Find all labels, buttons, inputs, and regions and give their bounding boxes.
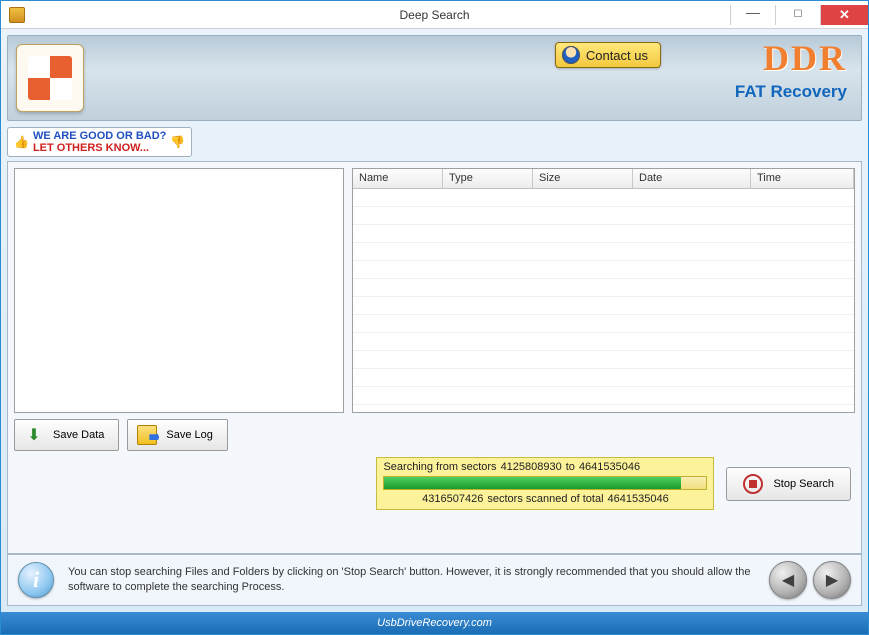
table-row xyxy=(353,333,854,351)
progress-box: Searching from sectors 4125808930 to 464… xyxy=(376,457,714,510)
progress-scanned: 4316507426 xyxy=(422,493,483,505)
save-data-button[interactable]: ⬇ Save Data xyxy=(14,419,119,451)
back-button[interactable]: ◀ xyxy=(769,561,807,599)
progress-to-word: to xyxy=(566,461,575,473)
minimize-button[interactable]: — xyxy=(730,5,775,25)
table-row xyxy=(353,315,854,333)
progress-to: 4641535046 xyxy=(579,461,640,473)
progress-bar xyxy=(383,476,707,490)
progress-mid: sectors scanned of total xyxy=(487,493,603,505)
progress-fill xyxy=(384,477,680,489)
table-row xyxy=(353,351,854,369)
lists-row: Name Type Size Date Time xyxy=(14,168,855,413)
logo-pattern-icon xyxy=(28,56,72,100)
brand-subtitle: FAT Recovery xyxy=(735,82,847,102)
table-row xyxy=(353,387,854,405)
person-icon xyxy=(562,46,580,64)
forward-button[interactable]: ▶ xyxy=(813,561,851,599)
contact-label: Contact us xyxy=(586,48,648,63)
header-banner: Contact us DDR FAT Recovery xyxy=(7,35,862,121)
app-icon xyxy=(9,7,25,23)
progress-row: Searching from sectors 4125808930 to 464… xyxy=(14,457,855,510)
log-file-icon xyxy=(137,425,157,445)
app-window: Deep Search — ☐ ✕ Contact us DDR FAT Rec… xyxy=(0,0,869,635)
app-logo xyxy=(16,44,84,112)
thumb-up-icon: 👍 xyxy=(14,135,29,149)
col-date[interactable]: Date xyxy=(633,169,751,188)
table-row xyxy=(353,243,854,261)
col-type[interactable]: Type xyxy=(443,169,533,188)
progress-status-line: Searching from sectors 4125808930 to 464… xyxy=(383,461,707,473)
hint-row: i You can stop searching Files and Folde… xyxy=(7,554,862,606)
window-controls: — ☐ ✕ xyxy=(730,5,868,25)
feedback-line1: WE ARE GOOD OR BAD? xyxy=(33,130,166,142)
progress-total: 4641535046 xyxy=(608,493,669,505)
thumb-down-icon: 👎 xyxy=(170,135,185,149)
save-log-button[interactable]: Save Log xyxy=(127,419,227,451)
titlebar: Deep Search — ☐ ✕ xyxy=(1,1,868,29)
feedback-button[interactable]: 👍 WE ARE GOOD OR BAD? LET OTHERS KNOW...… xyxy=(7,127,192,157)
file-list-header: Name Type Size Date Time xyxy=(353,169,854,189)
close-button[interactable]: ✕ xyxy=(820,5,868,25)
table-row xyxy=(353,279,854,297)
footer-link[interactable]: UsbDriveRecovery.com xyxy=(1,612,868,634)
save-data-label: Save Data xyxy=(53,429,104,441)
progress-prefix: Searching from sectors xyxy=(383,461,496,473)
stop-search-label: Stop Search xyxy=(773,478,834,490)
info-icon: i xyxy=(18,562,54,598)
download-icon: ⬇ xyxy=(23,424,45,446)
col-time[interactable]: Time xyxy=(751,169,854,188)
table-row xyxy=(353,189,854,207)
file-rows xyxy=(353,189,854,412)
hint-text: You can stop searching Files and Folders… xyxy=(68,565,755,596)
brand-block: DDR FAT Recovery xyxy=(735,40,847,102)
feedback-line2: LET OTHERS KNOW... xyxy=(33,142,166,154)
file-list-pane[interactable]: Name Type Size Date Time xyxy=(352,168,855,413)
save-log-label: Save Log xyxy=(166,429,212,441)
stop-search-button[interactable]: Stop Search xyxy=(726,467,851,501)
progress-count-line: 4316507426 sectors scanned of total 4641… xyxy=(383,493,707,505)
nav-buttons: ◀ ▶ xyxy=(769,561,851,599)
window-title: Deep Search xyxy=(399,8,469,22)
stop-icon xyxy=(743,474,763,494)
contact-us-button[interactable]: Contact us xyxy=(555,42,661,68)
table-row xyxy=(353,369,854,387)
folder-tree-pane[interactable] xyxy=(14,168,344,413)
save-row: ⬇ Save Data Save Log xyxy=(14,419,855,451)
col-name[interactable]: Name xyxy=(353,169,443,188)
table-row xyxy=(353,297,854,315)
table-row xyxy=(353,207,854,225)
col-size[interactable]: Size xyxy=(533,169,633,188)
maximize-button[interactable]: ☐ xyxy=(775,5,820,25)
content-panel: Name Type Size Date Time xyxy=(7,161,862,554)
brand-name: DDR xyxy=(735,40,847,76)
footer-text: UsbDriveRecovery.com xyxy=(377,617,492,629)
feedback-text: WE ARE GOOD OR BAD? LET OTHERS KNOW... xyxy=(33,130,166,154)
table-row xyxy=(353,261,854,279)
body-area: Contact us DDR FAT Recovery 👍 WE ARE GOO… xyxy=(1,29,868,612)
progress-from: 4125808930 xyxy=(501,461,562,473)
table-row xyxy=(353,225,854,243)
